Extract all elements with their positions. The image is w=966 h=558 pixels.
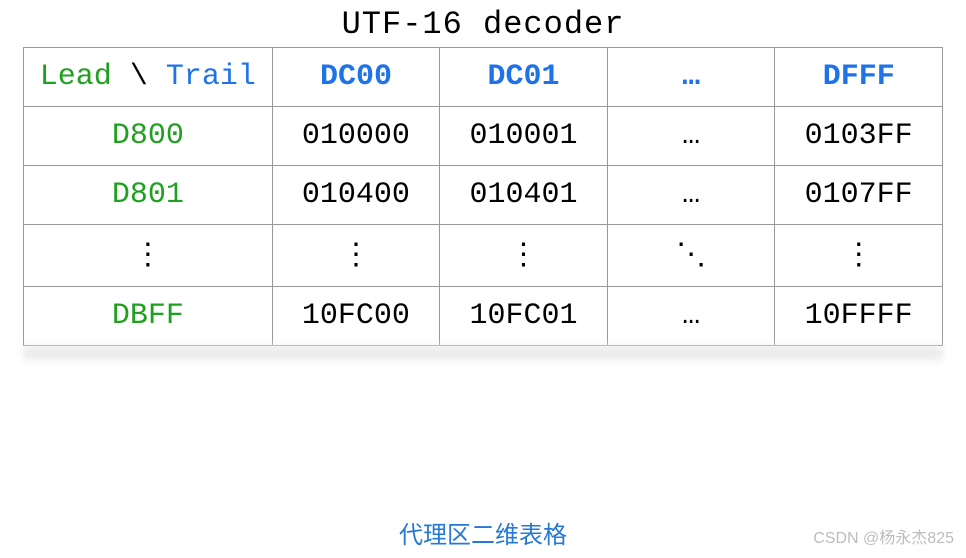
table-row: D801 010400 010401 … 0107FF: [24, 166, 943, 225]
slash-separator: \: [112, 60, 166, 94]
table-shadow: [23, 346, 943, 360]
col-header: DC01: [440, 48, 608, 107]
ellipsis-cell: …: [607, 166, 775, 225]
decoder-table: Lead \ Trail DC00 DC01 … DFFF D800 01000…: [23, 47, 943, 346]
table-cell: 10FC01: [440, 287, 608, 346]
watermark: CSDN @杨永杰825: [813, 524, 954, 548]
corner-cell: Lead \ Trail: [24, 48, 273, 107]
figure-caption: 代理区二维表格: [399, 522, 567, 549]
table-cell: 0107FF: [775, 166, 943, 225]
ellipsis-cell: ⋮: [440, 225, 608, 287]
ellipsis-row: ⋮ ⋮ ⋮ ⋱ ⋮: [24, 225, 943, 287]
table-cell: 10FC00: [272, 287, 440, 346]
row-header: D801: [24, 166, 273, 225]
table-cell: 010400: [272, 166, 440, 225]
table-cell: 10FFFF: [775, 287, 943, 346]
table-row: D800 010000 010001 … 0103FF: [24, 107, 943, 166]
table-row: DBFF 10FC00 10FC01 … 10FFFF: [24, 287, 943, 346]
lead-label: Lead: [40, 60, 112, 94]
row-header: DBFF: [24, 287, 273, 346]
ellipsis-cell: ⋮: [272, 225, 440, 287]
col-header: DC00: [272, 48, 440, 107]
ellipsis-cell: …: [607, 107, 775, 166]
row-header-ellipsis: ⋮: [24, 225, 273, 287]
ellipsis-cell: …: [607, 287, 775, 346]
diagonal-ellipsis-cell: ⋱: [607, 225, 775, 287]
table-cell: 010001: [440, 107, 608, 166]
row-header: D800: [24, 107, 273, 166]
table-title: UTF-16 decoder: [23, 6, 943, 43]
table-cell: 0103FF: [775, 107, 943, 166]
decoder-table-container: UTF-16 decoder Lead \ Trail DC00 DC01 … …: [23, 0, 943, 346]
header-row: Lead \ Trail DC00 DC01 … DFFF: [24, 48, 943, 107]
table-cell: 010000: [272, 107, 440, 166]
col-header-ellipsis: …: [607, 48, 775, 107]
col-header: DFFF: [775, 48, 943, 107]
trail-label: Trail: [166, 60, 256, 94]
ellipsis-cell: ⋮: [775, 225, 943, 287]
table-cell: 010401: [440, 166, 608, 225]
